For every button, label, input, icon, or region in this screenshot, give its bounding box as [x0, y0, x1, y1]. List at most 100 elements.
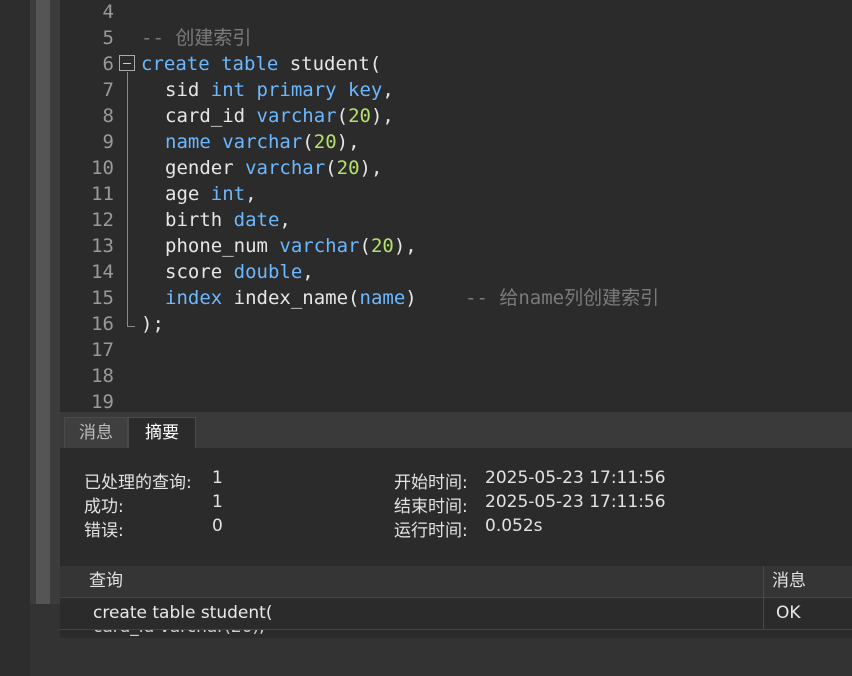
line-number: 17 [91, 339, 114, 361]
sql-editor[interactable]: 4 5 -- 创建索引 6 create table student( 7 si… [60, 0, 852, 412]
code-text: ); [141, 313, 164, 335]
code-keyword: name [165, 131, 211, 153]
code-text: create table student( [141, 51, 381, 77]
code-number: 20 [370, 235, 394, 257]
code-line: 17 [60, 337, 852, 363]
line-number: 4 [102, 1, 114, 23]
code-keyword: varchar [279, 235, 360, 257]
code-keyword: varchar [222, 131, 303, 153]
code-line: 16 ); [60, 311, 852, 337]
code-identifier: sid [165, 79, 200, 101]
code-line: 9 name varchar(20), [60, 129, 852, 155]
left-scrollbar-track[interactable] [30, 0, 60, 676]
code-text: index index_name(name) [165, 285, 417, 311]
line-number: 11 [91, 183, 114, 205]
table-row[interactable]: card_id varchar(20), [60, 630, 852, 638]
code-identifier: gender [165, 157, 234, 179]
start-time-value: 2025-05-23 17:11:56 [485, 468, 666, 488]
code-number: 20 [348, 105, 371, 127]
code-identifier: student( [278, 53, 382, 75]
code-text: card_id varchar(20), [165, 103, 394, 129]
code-punct: ( [359, 235, 371, 257]
code-identifier: age [165, 183, 200, 205]
end-time-label: 结束时间: [394, 497, 468, 517]
line-number: 19 [91, 391, 114, 412]
code-text: sid int primary key, [165, 77, 394, 103]
code-identifier: index_name( [233, 287, 360, 309]
runtime-label: 运行时间: [394, 521, 468, 541]
line-number: 6 [102, 53, 114, 75]
code-line: 8 card_id varchar(20), [60, 103, 852, 129]
runtime-value: 0.052s [485, 516, 543, 536]
success-value: 1 [212, 492, 223, 512]
result-tabbar: 消息 摘要 [60, 412, 852, 448]
tab-summary[interactable]: 摘要 [128, 417, 196, 448]
code-line: 13 phone_num varchar(20), [60, 233, 852, 259]
query-cell: create table student( [93, 603, 273, 623]
error-label: 错误: [84, 521, 124, 541]
line-number: 8 [102, 105, 114, 127]
column-header-message[interactable]: 消息 [772, 566, 806, 597]
code-identifier: phone_num [165, 235, 268, 257]
code-line: 14 score double, [60, 259, 852, 285]
code-text: gender varchar(20), [165, 155, 382, 181]
code-line: 5 -- 创建索引 [60, 25, 852, 51]
code-line: 15 index index_name(name) -- 给name列创建索引 [60, 285, 852, 311]
result-panel: 消息 摘要 已处理的查询: 1 成功: 1 错误: 0 开始时间: 2025-0… [60, 412, 852, 676]
code-punct: , [382, 79, 394, 101]
vertical-scrollbar-thumb[interactable] [36, 0, 50, 604]
code-identifier: score [165, 261, 223, 283]
line-number: 10 [91, 157, 114, 179]
message-cell: OK [776, 603, 801, 623]
code-line: 12 birth date, [60, 207, 852, 233]
code-punct: ), [359, 157, 383, 179]
code-keyword: date [233, 209, 280, 231]
code-punct: , [279, 209, 291, 231]
column-header-query[interactable]: 查询 [89, 566, 123, 597]
line-number: 15 [91, 287, 114, 309]
code-keyword: double [233, 261, 303, 283]
code-punct: , [245, 183, 257, 205]
line-number: 16 [91, 313, 114, 335]
code-keyword: create table [141, 53, 279, 75]
code-comment: -- 给name列创建索引 [465, 287, 660, 309]
code-number: 20 [336, 157, 360, 179]
code-punct: , [302, 261, 314, 283]
code-punct: ), [370, 105, 394, 127]
line-number: 7 [102, 79, 114, 101]
line-number: 14 [91, 261, 114, 283]
query-cell: card_id varchar(20), [93, 630, 265, 638]
line-number: 13 [91, 235, 114, 257]
code-comment: -- 创建索引 [141, 27, 252, 49]
start-time-label: 开始时间: [394, 473, 468, 493]
success-label: 成功: [84, 497, 124, 517]
code-number: 20 [313, 131, 337, 153]
code-identifier: card_id [165, 105, 246, 127]
code-punct: ), [336, 131, 360, 153]
code-punct: ( [325, 157, 337, 179]
code-punct: ) [405, 287, 417, 309]
table-row[interactable]: create table student( OK [60, 598, 852, 630]
code-line: 11 age int, [60, 181, 852, 207]
code-line: 19 [60, 389, 852, 412]
line-number: 5 [102, 27, 114, 49]
code-text: name varchar(20), [165, 129, 360, 155]
code-text: score double, [165, 259, 314, 285]
tab-messages[interactable]: 消息 [64, 417, 128, 448]
end-time-value: 2025-05-23 17:11:56 [485, 492, 666, 512]
error-value: 0 [212, 516, 223, 536]
code-keyword: int primary key [210, 79, 383, 101]
left-edge-panel [0, 0, 30, 676]
code-line: 18 [60, 363, 852, 389]
code-keyword: name [359, 287, 406, 309]
code-line: 7 sid int primary key, [60, 77, 852, 103]
processed-label: 已处理的查询: [84, 473, 192, 493]
code-line: 6 create table student( [60, 51, 852, 77]
code-keyword: index [165, 287, 223, 309]
results-header: 查询 消息 [60, 566, 852, 598]
code-keyword: int [210, 183, 246, 205]
scrollbar-footer [30, 604, 60, 676]
code-identifier: birth [165, 209, 223, 231]
code-text: birth date, [165, 207, 291, 233]
results-empty-area [60, 638, 852, 676]
